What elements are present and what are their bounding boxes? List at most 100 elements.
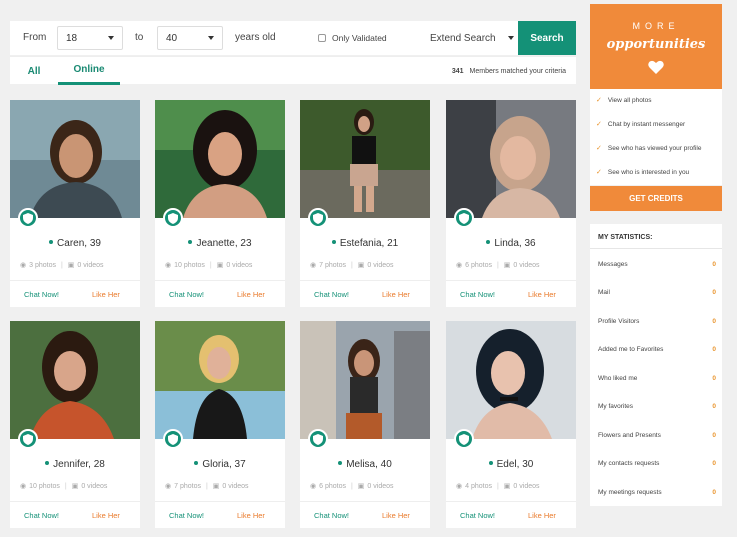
feature-label: View all photos — [607, 96, 652, 104]
stat-row-added-favorites[interactable]: Added me to Favorites 0 — [598, 346, 716, 353]
divider: | — [205, 482, 208, 490]
tab-online[interactable]: Online — [58, 57, 120, 85]
camera-icon: ◉ — [310, 483, 317, 490]
chevron-down-icon — [208, 36, 214, 40]
stat-label: Added me to Favorites — [598, 346, 664, 353]
profile-photo[interactable] — [300, 100, 430, 218]
search-button[interactable]: Search — [518, 21, 576, 55]
stat-row-who-liked-me[interactable]: Who liked me 0 — [598, 375, 716, 382]
like-her-button[interactable]: Like Her — [382, 511, 410, 520]
profile-photo[interactable] — [300, 321, 430, 439]
profile-photo[interactable] — [10, 100, 140, 218]
card-divider — [300, 280, 430, 281]
profile-name[interactable]: Jeanette, 23 — [155, 238, 285, 249]
age-to-select[interactable]: 40 — [157, 26, 223, 50]
profile-card[interactable]: Gloria, 37 ◉ 7 photos | ▣ 0 videos Chat No… — [155, 321, 285, 528]
tab-all[interactable]: All — [18, 57, 50, 85]
card-divider — [155, 280, 285, 281]
profile-name-text: Caren, 39 — [57, 238, 101, 249]
stat-row-contacts-requests[interactable]: My contacts requests 0 — [598, 460, 716, 467]
promo-opportunities-text: opportunities — [606, 37, 706, 52]
my-statistics-panel: MY STATISTICS: Messages 0 Mail 0 Profile V… — [590, 224, 722, 506]
profile-photo-image — [446, 100, 576, 218]
divider: | — [209, 261, 212, 269]
stat-row-my-favorites[interactable]: My favorites 0 — [598, 403, 716, 410]
profile-name[interactable]: Caren, 39 — [10, 238, 140, 249]
card-divider — [446, 280, 576, 281]
profile-card[interactable]: Jennifer, 28 ◉ 10 photos | ▣ 0 videos Chat… — [10, 321, 140, 528]
stat-row-messages[interactable]: Messages 0 — [598, 261, 716, 268]
profile-photo[interactable] — [155, 100, 285, 218]
stat-row-profile-visitors[interactable]: Profile Visitors 0 — [598, 318, 716, 325]
more-opportunities-banner: MORE opportunities — [590, 4, 722, 89]
camera-icon: ◉ — [456, 262, 463, 269]
get-credits-button[interactable]: GET CREDITS — [590, 186, 722, 211]
stat-value: 0 — [712, 318, 716, 325]
chat-now-button[interactable]: Chat Now! — [169, 290, 204, 299]
years-old-label: years old — [235, 32, 276, 43]
matched-number: 341 — [451, 67, 464, 75]
chat-now-button[interactable]: Chat Now! — [24, 511, 59, 520]
chat-now-button[interactable]: Chat Now! — [460, 290, 495, 299]
verified-shield-icon — [163, 429, 183, 449]
chat-now-button[interactable]: Chat Now! — [314, 290, 349, 299]
profile-name[interactable]: Jennifer, 28 — [10, 459, 140, 470]
stat-row-flowers-presents[interactable]: Flowers and Presents 0 — [598, 432, 716, 439]
profile-name[interactable]: Edel, 30 — [446, 459, 576, 470]
chat-now-button[interactable]: Chat Now! — [169, 511, 204, 520]
camera-icon: ◉ — [456, 483, 463, 490]
only-validated-checkbox[interactable] — [318, 34, 326, 42]
check-icon: ✓ — [596, 169, 602, 176]
like-her-button[interactable]: Like Her — [382, 290, 410, 299]
like-her-button[interactable]: Like Her — [237, 511, 265, 520]
video-icon: ▣ — [503, 483, 511, 490]
profile-name[interactable]: Linda, 36 — [446, 238, 576, 249]
profile-media-info: ◉ 10 photos | ▣ 0 videos — [20, 482, 132, 491]
profile-card[interactable]: Estefania, 21 ◉ 7 photos | ▣ 0 videos Chat… — [300, 100, 430, 307]
age-from-select[interactable]: 18 — [57, 26, 123, 50]
card-divider — [10, 501, 140, 502]
video-count: 0 videos — [513, 482, 540, 490]
profile-photo[interactable] — [446, 100, 576, 218]
stat-label: Who liked me — [598, 375, 638, 382]
feature-label: Chat by instant messenger — [607, 120, 686, 128]
video-icon: ▣ — [216, 262, 224, 269]
card-divider — [10, 280, 140, 281]
profile-card[interactable]: Melisa, 40 ◉ 6 photos | ▣ 0 videos Chat No… — [300, 321, 430, 528]
card-divider — [155, 501, 285, 502]
like-her-button[interactable]: Like Her — [528, 511, 556, 520]
stat-value: 0 — [712, 489, 716, 496]
like-her-button[interactable]: Like Her — [237, 290, 265, 299]
extend-search-select[interactable]: Extend Search — [430, 26, 514, 50]
profile-card[interactable]: Caren, 39 ◉ 3 photos | ▣ 0 videos Chat Now… — [10, 100, 140, 307]
profile-photo[interactable] — [10, 321, 140, 439]
profile-card[interactable]: Jeanette, 23 ◉ 10 photos | ▣ 0 videos Chat… — [155, 100, 285, 307]
camera-icon: ◉ — [310, 262, 317, 269]
profile-name[interactable]: Gloria, 37 — [155, 459, 285, 470]
profile-media-info: ◉ 6 photos | ▣ 0 videos — [310, 482, 422, 491]
profile-name[interactable]: Estefania, 21 — [300, 238, 430, 249]
chat-now-button[interactable]: Chat Now! — [314, 511, 349, 520]
profile-name[interactable]: Melisa, 40 — [300, 459, 430, 470]
profile-name-text: Jennifer, 28 — [53, 459, 105, 470]
profile-photo-image — [446, 321, 576, 439]
stat-row-mail[interactable]: Mail 0 — [598, 289, 716, 296]
page-root: From 18 to 40 years old Only Validated E… — [0, 0, 737, 537]
chat-now-button[interactable]: Chat Now! — [460, 511, 495, 520]
profile-name-text: Estefania, 21 — [339, 238, 399, 249]
matched-text: Members matched your criteria — [469, 67, 566, 75]
stat-value: 0 — [712, 375, 716, 382]
extend-search-label: Extend Search — [430, 32, 496, 44]
video-icon: ▣ — [212, 483, 220, 490]
profile-photo[interactable] — [446, 321, 576, 439]
verified-shield-icon — [163, 208, 183, 228]
feature-item: ✓ See who has viewed your profile — [596, 144, 701, 153]
chat-now-button[interactable]: Chat Now! — [24, 290, 59, 299]
like-her-button[interactable]: Like Her — [92, 511, 120, 520]
profile-card[interactable]: Linda, 36 ◉ 6 photos | ▣ 0 videos Chat Now… — [446, 100, 576, 307]
like-her-button[interactable]: Like Her — [528, 290, 556, 299]
like-her-button[interactable]: Like Her — [92, 290, 120, 299]
stat-row-meetings-requests[interactable]: My meetings requests 0 — [598, 489, 716, 496]
profile-card[interactable]: Edel, 30 ◉ 4 photos | ▣ 0 videos Chat Now!… — [446, 321, 576, 528]
profile-photo[interactable] — [155, 321, 285, 439]
